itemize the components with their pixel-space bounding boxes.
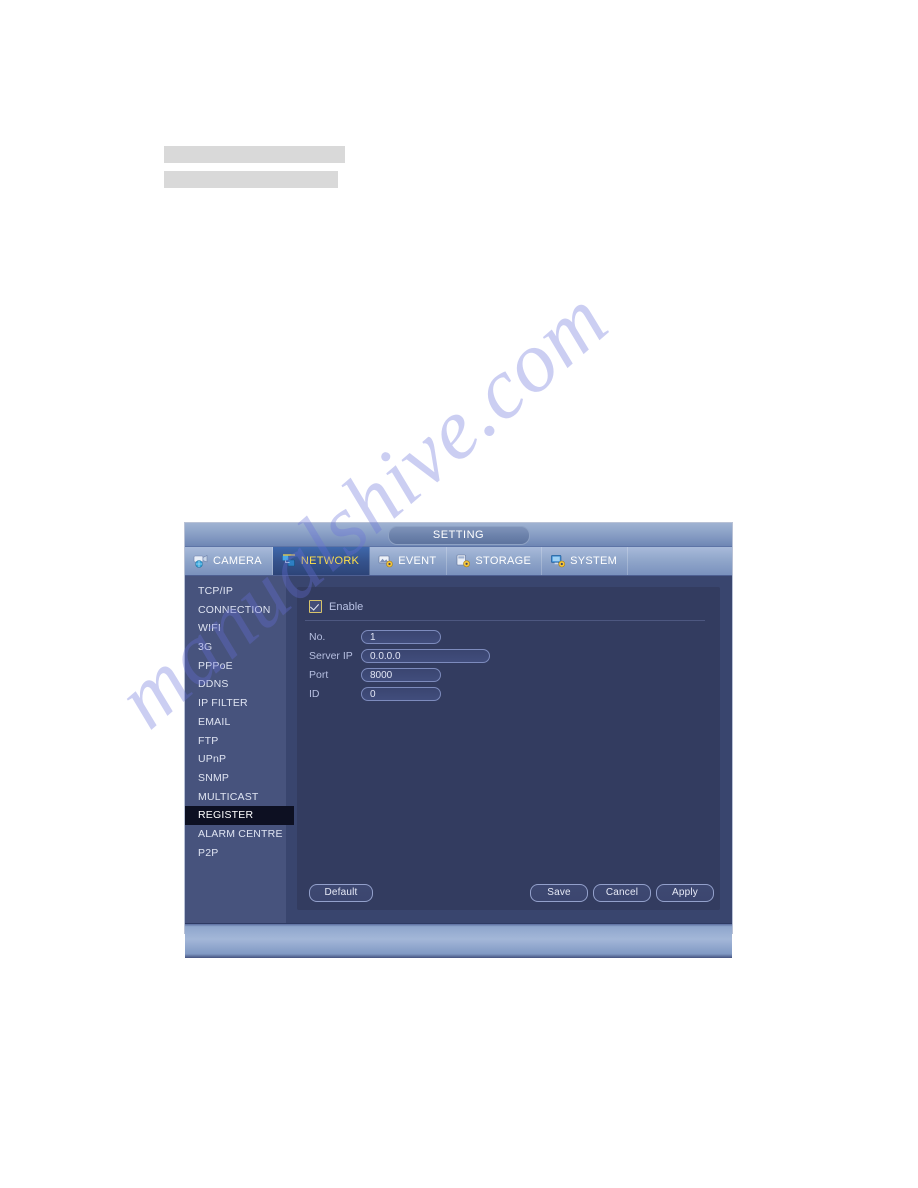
port-input[interactable]: 8000 <box>361 668 441 682</box>
default-button[interactable]: Default <box>309 884 373 902</box>
sidebar-item-ddns[interactable]: DDNS <box>185 675 286 694</box>
dialog-titlebar: SETTING <box>185 523 732 547</box>
dialog-footer <box>185 923 732 958</box>
sidebar-item-alarm-centre[interactable]: ALARM CENTRE <box>185 825 286 844</box>
no-select[interactable]: 1 <box>361 630 441 644</box>
tab-system[interactable]: SYSTEM <box>542 547 629 575</box>
field-label-port: Port <box>309 669 329 681</box>
sidebar-item-3g[interactable]: 3G <box>185 638 286 657</box>
dialog-title: SETTING <box>387 526 530 545</box>
tab-label: STORAGE <box>475 555 532 567</box>
enable-row: Enable <box>309 600 363 613</box>
sidebar-item-p2p[interactable]: P2P <box>185 844 286 863</box>
save-button[interactable]: Save <box>530 884 588 902</box>
field-label-server-ip: Server IP <box>309 650 353 662</box>
enable-checkbox[interactable] <box>309 600 322 613</box>
field-row-port: Port 8000 <box>309 668 441 682</box>
tab-label: CAMERA <box>213 555 262 567</box>
storage-gear-icon <box>455 554 471 568</box>
sidebar-item-multicast[interactable]: MULTICAST <box>185 788 286 807</box>
system-gear-icon <box>550 554 566 568</box>
field-label-no: No. <box>309 631 326 643</box>
tab-storage[interactable]: STORAGE <box>447 547 543 575</box>
sidebar-item-register[interactable]: REGISTER <box>185 806 294 825</box>
server-ip-input[interactable]: 0.0.0.0 <box>361 649 490 663</box>
field-row-id: ID 0 <box>309 687 441 701</box>
apply-button[interactable]: Apply <box>656 884 714 902</box>
dialog-body: TCP/IP CONNECTION WIFI 3G PPPoE DDNS IP … <box>185 576 732 923</box>
camera-globe-icon <box>193 554 209 568</box>
sidebar-item-wifi[interactable]: WIFI <box>185 619 286 638</box>
sidebar-item-pppoe[interactable]: PPPoE <box>185 657 286 676</box>
tab-camera[interactable]: CAMERA <box>185 547 273 575</box>
id-input[interactable]: 0 <box>361 687 441 701</box>
section-divider <box>305 620 705 621</box>
sidebar-item-connection[interactable]: CONNECTION <box>185 601 286 620</box>
redacted-line <box>164 171 338 188</box>
sidebar-item-ip-filter[interactable]: IP FILTER <box>185 694 286 713</box>
network-sidebar: TCP/IP CONNECTION WIFI 3G PPPoE DDNS IP … <box>185 576 294 923</box>
setting-dialog: SETTING CAMERA NETWORK EVENT STORAGE SYS… <box>185 523 732 958</box>
field-row-no: No. 1 <box>309 630 441 682</box>
sidebar-item-email[interactable]: EMAIL <box>185 713 286 732</box>
sidebar-item-upnp[interactable]: UPnP <box>185 750 286 769</box>
sidebar-item-ftp[interactable]: FTP <box>185 732 286 751</box>
tab-label: SYSTEM <box>570 555 618 567</box>
network-icon <box>281 554 297 568</box>
sidebar-item-snmp[interactable]: SNMP <box>185 769 286 788</box>
redacted-text-block <box>164 146 345 196</box>
tab-label: EVENT <box>398 555 437 567</box>
event-gear-icon <box>378 554 394 568</box>
dialog-button-row: Default Save Cancel Apply <box>297 884 720 902</box>
enable-label: Enable <box>329 600 364 613</box>
register-settings-panel: Enable No. 1 Server IP 0.0.0.0 Port 8000… <box>297 587 720 910</box>
field-row-server-ip: Server IP 0.0.0.0 <box>309 649 490 663</box>
tab-network[interactable]: NETWORK <box>272 547 371 575</box>
tab-label: NETWORK <box>300 555 360 567</box>
sidebar-item-tcpip[interactable]: TCP/IP <box>185 582 286 601</box>
redacted-line <box>164 146 345 163</box>
field-label-id: ID <box>309 688 320 700</box>
main-tab-bar: CAMERA NETWORK EVENT STORAGE SYSTEM <box>185 547 732 576</box>
tab-event[interactable]: EVENT <box>370 547 448 575</box>
cancel-button[interactable]: Cancel <box>593 884 651 902</box>
